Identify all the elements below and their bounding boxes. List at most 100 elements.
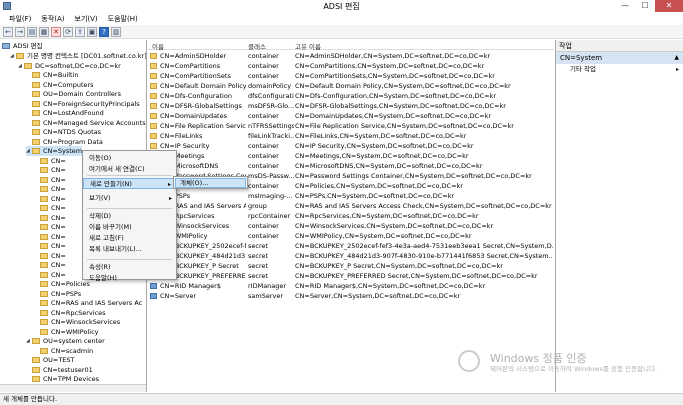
list-row[interactable]: CN=BCKUPKEY_484d21d3... secret CN=BCKUPKEY… (148, 251, 554, 261)
tree-item-label: DC=softnet,DC=co,DC=kr (35, 61, 121, 70)
folder-icon (32, 148, 40, 154)
tree-item[interactable]: CN=TPM Devices (26, 374, 99, 384)
context-menu-item[interactable]: 이름 바꾸기(M) (83, 222, 176, 233)
help-icon[interactable]: ? (99, 26, 109, 37)
list-row[interactable]: CN=RID Manager$ rIDManager CN=RID Manager$… (148, 281, 554, 291)
tree-item[interactable]: CN=LostAndFound (26, 108, 104, 118)
list-row[interactable]: CN=MicrosoftDNS container CN=MicrosoftDNS,… (148, 161, 554, 171)
tree-item[interactable]: CN= (34, 270, 66, 280)
column-dn[interactable]: 고유 이름 (295, 41, 321, 51)
cell-class: domainPolicy (248, 82, 292, 90)
tree-item[interactable]: CN=ForeignSecurityPrincipals (26, 99, 140, 109)
list-row[interactable]: CN=RAS and IAS Servers Ac...groupCN=RAS … (148, 201, 554, 211)
tree-item[interactable]: CN= (34, 251, 66, 261)
tree-item[interactable]: ◢ DC=softnet,DC=co,DC=kr (18, 61, 121, 71)
tree-item[interactable]: CN= (34, 232, 66, 242)
more-actions-item[interactable]: 기타 작업 ▸ (556, 64, 683, 75)
tree-item[interactable]: CN=Policies (34, 279, 90, 289)
list-row[interactable]: CN=Meetings container CN=Meetings,CN=Syste… (148, 151, 554, 161)
list-row[interactable]: CN=PSPsmsImaging-...CN=PSPs,CN=System,DC… (148, 191, 554, 201)
context-menu-item[interactable]: 여기에서 새 연결(C) (83, 164, 176, 175)
delete-icon[interactable]: ✕ (51, 26, 61, 37)
context-menu-item[interactable]: 목록 내보내기(L)... (83, 244, 176, 255)
tree-item[interactable]: CN=Computers (26, 80, 94, 90)
menu-view[interactable]: 보기(V) (70, 12, 103, 25)
menu-help[interactable]: 도움말(H) (103, 12, 143, 25)
tree-item[interactable]: ◢ 기본 명명 컨텍스트 [DC01.softnet.co.kr] (10, 51, 146, 61)
list-row[interactable]: CN=Dfs-Configuration dfsConfigurationCN=D… (148, 91, 554, 101)
menu-file[interactable]: 파일(F) (4, 12, 36, 25)
tree-item[interactable]: OU=TEST (26, 355, 75, 365)
tree-item[interactable]: ◢ OU=system center (26, 336, 105, 346)
context-menu-item[interactable]: 도움말(H) (83, 273, 176, 284)
console-tree-icon[interactable]: ▤ (27, 26, 37, 37)
details-view-icon[interactable]: ▦ (39, 26, 49, 37)
list-row[interactable]: CN=ComPartitions container CN=ComPartition… (148, 61, 554, 71)
tree-horizontal-scrollbar[interactable] (0, 384, 146, 392)
tree-item[interactable]: CN=testuser01 (26, 365, 93, 375)
list-row[interactable]: CN=AdminSDHolder container CN=AdminSDHolde… (148, 51, 554, 61)
tree-item[interactable]: OU=Domain Controllers (26, 89, 121, 99)
tree-root[interactable]: ADSI 편집 (2, 41, 43, 51)
tree-item[interactable]: CN=PSPs (34, 289, 81, 299)
context-menu-item[interactable]: 속성(R) (83, 262, 176, 273)
folder-icon (40, 290, 48, 297)
tree-item[interactable]: CN= (34, 241, 66, 251)
actions-section-cn-system[interactable]: CN=System ▲ (556, 52, 683, 64)
menu-action[interactable]: 동작(A) (36, 12, 69, 25)
list-row[interactable]: CN=RpcServices rpcContainer CN=RpcServices… (148, 211, 554, 221)
tree-item[interactable]: ◢ CN=System (26, 146, 83, 156)
list-row[interactable]: CN=BCKUPKEY_P Secret secret CN=BCKUPKEY_P … (148, 261, 554, 271)
collapse-up-icon[interactable]: ▲ (674, 52, 679, 64)
tree-item[interactable]: CN=Managed Service Accounts (26, 118, 146, 128)
column-name[interactable]: 이름 (152, 41, 164, 51)
tree-item[interactable]: CN= (34, 213, 66, 223)
minimize-button[interactable]: — (615, 0, 635, 12)
context-menu-item[interactable]: 새로 만들기(N) ▸ (83, 178, 176, 189)
list-row[interactable]: CN=Default Domain Policy domainPolicy CN=D… (148, 81, 554, 91)
context-menu-item[interactable]: 새로 고침(F) (83, 233, 176, 244)
list-row[interactable]: CN=DomainUpdates container CN=DomainUpdate… (148, 111, 554, 121)
tree-item[interactable]: CN= (34, 184, 66, 194)
tree-item[interactable]: CN=WinsockServices (34, 317, 120, 327)
list-row[interactable]: CN=ComPartitionSets container CN=ComPartit… (148, 71, 554, 81)
cell-name-text: CN=FileLinks (160, 132, 203, 140)
tree-item[interactable]: CN=RAS and IAS Servers Ac (34, 298, 142, 308)
tree-item[interactable]: CN= (34, 194, 66, 204)
list-row[interactable]: CN=FileLinks fileLinkTracki... CN=FileLink… (148, 131, 554, 141)
list-row[interactable]: CN=BCKUPKEY_PREFERRE... secret CN=BCKUPKEY… (148, 271, 554, 281)
close-button[interactable]: ✕ (655, 0, 683, 12)
tree-item[interactable]: CN=WMIPolicy (34, 327, 99, 337)
refresh-icon[interactable]: ⟳ (63, 26, 73, 37)
tree-item[interactable]: CN= (34, 165, 66, 175)
tree-item[interactable]: CN=NTDS Quotas (26, 127, 101, 137)
list-row[interactable]: CN=BCKUPKEY_2502ecef-f... secret CN=BCKUPK… (148, 241, 554, 251)
properties-icon[interactable]: ▣ (87, 26, 97, 37)
context-menu-item[interactable]: 이동(O) (83, 153, 176, 164)
tree-item[interactable]: CN=scadmin (34, 346, 93, 356)
forward-icon[interactable]: → (15, 26, 25, 37)
export-list-icon[interactable]: ⇪ (75, 26, 85, 37)
list-row[interactable]: CN=DFSR-GlobalSettings msDFSR-Glo... CN=DF… (148, 101, 554, 111)
list-row[interactable]: CN=Server samServer CN=Server,CN=System,DC… (148, 291, 554, 301)
list-row[interactable]: CN=WMIPolicy container CN=WMIPolicy,CN=Sys… (148, 231, 554, 241)
tree-item[interactable]: CN= (34, 260, 66, 270)
tree-item[interactable]: CN= (34, 156, 66, 166)
tree-item[interactable]: CN=Builtin (26, 70, 79, 80)
column-class[interactable]: 클래스 (248, 41, 266, 51)
tree-item[interactable]: CN= (34, 175, 66, 185)
list-row[interactable]: CN=WinsockServices container CN=WinsockSer… (148, 221, 554, 231)
tree-item[interactable]: CN= (34, 222, 66, 232)
tree-item[interactable]: CN=RpcServices (34, 308, 105, 318)
maximize-button[interactable]: ☐ (635, 0, 655, 12)
context-menu-item[interactable]: 보기(V) ▸ (83, 193, 176, 204)
tree-item[interactable]: CN=Program Data (26, 137, 103, 147)
action-pane-icon[interactable]: ▥ (111, 26, 121, 37)
back-icon[interactable]: ← (3, 26, 13, 37)
list-row[interactable]: CN=IP Security container CN=IP Security,CN… (148, 141, 554, 151)
tree-item-label: CN= (51, 166, 66, 174)
tree-item[interactable]: CN= (34, 203, 66, 213)
new-object-item[interactable]: 개체(O)... (175, 178, 246, 188)
list-row[interactable]: CN=File Replication Service nTFRSSettings… (148, 121, 554, 131)
context-menu-item[interactable]: 삭제(D) (83, 211, 176, 222)
